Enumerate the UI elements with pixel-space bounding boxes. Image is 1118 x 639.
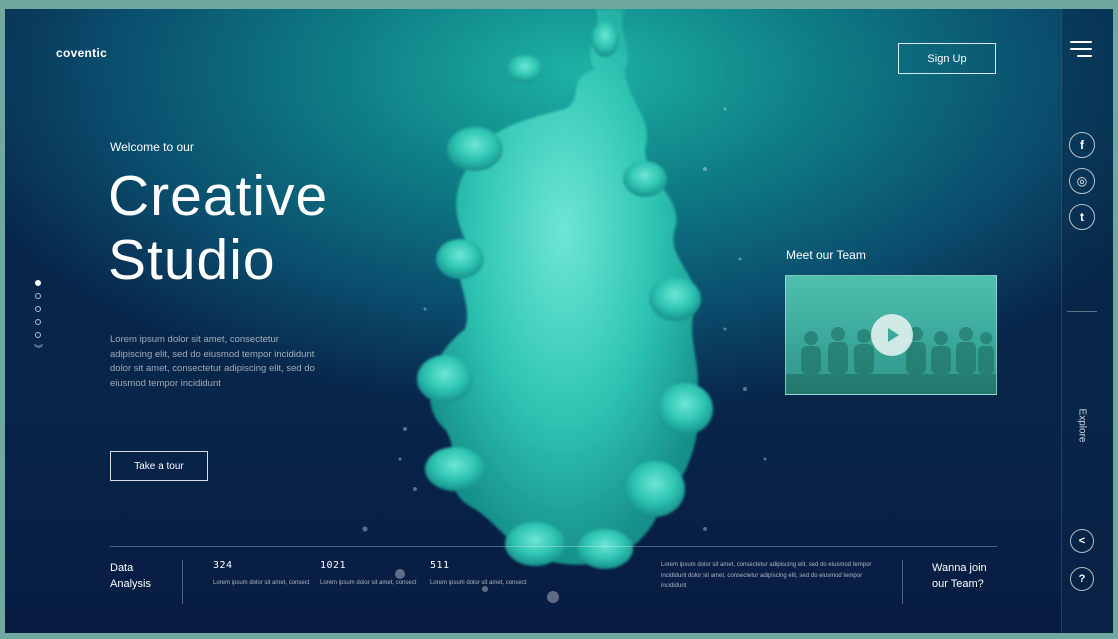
footer-separator	[902, 560, 903, 604]
footer-paragraph: Lorem ipsum dolor sit amet, consectetur …	[661, 562, 872, 589]
data-analysis-label: Data Analysis	[110, 562, 151, 590]
sign-up-button[interactable]: Sign Up	[898, 43, 996, 74]
rail-divider	[1067, 311, 1097, 312]
explore-link[interactable]: Explore	[1077, 402, 1088, 450]
stat-description: Lorem ipsum dolor sit amet, consect	[213, 580, 310, 586]
slider-dot-3[interactable]	[35, 306, 41, 312]
scroll-down-chevron-icon[interactable]: ︾	[34, 345, 43, 354]
facebook-icon[interactable]: f	[1069, 132, 1095, 158]
hero-title: Creative Studio	[108, 164, 329, 292]
brand-logo[interactable]: coventic	[56, 46, 107, 60]
team-video-thumbnail[interactable]	[785, 275, 997, 395]
stat-value: 511	[430, 560, 450, 571]
meet-team-heading: Meet our Team	[786, 248, 866, 262]
slider-dot-2[interactable]	[35, 293, 41, 299]
stat-value: 324	[213, 560, 233, 571]
slider-dot-4[interactable]	[35, 319, 41, 325]
take-a-tour-button[interactable]: Take a tour	[110, 451, 208, 481]
slider-dot-1[interactable]	[35, 280, 41, 286]
hamburger-menu-icon[interactable]	[1070, 41, 1092, 59]
stat-2: 1021 Lorem ipsum dolor sit amet, consect	[320, 560, 420, 588]
stat-value: 1021	[320, 560, 347, 571]
welcome-text: Welcome to our	[110, 140, 194, 154]
slider-dot-5[interactable]	[35, 332, 41, 338]
footer-divider	[110, 546, 997, 547]
hero-description: Lorem ipsum dolor sit amet, consectetur …	[110, 334, 315, 389]
instagram-icon[interactable]: ◎	[1069, 168, 1095, 194]
stat-1: 324 Lorem ipsum dolor sit amet, consect	[213, 560, 313, 588]
footer-separator	[182, 560, 183, 604]
stat-3: 511 Lorem ipsum dolor sit amet, consect	[430, 560, 530, 588]
play-button-icon[interactable]	[871, 314, 913, 356]
stat-description: Lorem ipsum dolor sit amet, consect	[430, 580, 527, 586]
twitter-icon[interactable]: t	[1069, 204, 1095, 230]
stat-description: Lorem ipsum dolor sit amet, consect	[320, 580, 417, 586]
share-icon[interactable]: <	[1070, 529, 1094, 553]
help-icon[interactable]: ?	[1070, 567, 1094, 591]
join-team-link[interactable]: Wanna join our Team?	[932, 560, 987, 592]
slider-pagination: ︾	[34, 280, 43, 354]
